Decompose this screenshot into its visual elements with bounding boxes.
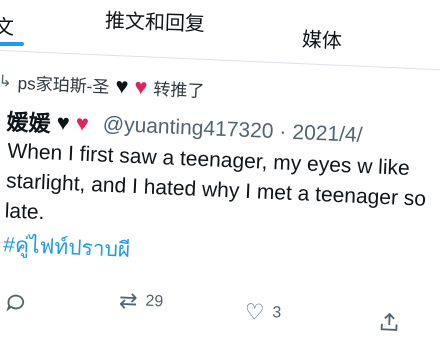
tweet-text: When I first saw a teenager, my eyes w l… bbox=[4, 139, 427, 225]
tweet-date[interactable]: 2021/4/ bbox=[292, 121, 363, 148]
retweet-user[interactable]: ps家珀斯-圣 bbox=[17, 69, 110, 98]
like-count: 3 bbox=[271, 304, 282, 322]
retweet-icon: ⇄ bbox=[118, 287, 138, 314]
red-heart-icon: ♥ bbox=[75, 110, 90, 136]
black-heart-icon: ♥ bbox=[56, 109, 71, 136]
display-name[interactable]: 媛媛 bbox=[6, 104, 51, 138]
retweet-action-label: 转推了 bbox=[152, 79, 205, 101]
retweet-icon: ↳ bbox=[0, 72, 13, 91]
reply-icon bbox=[6, 294, 25, 312]
retweet-button[interactable]: ⇄ 29 bbox=[118, 287, 164, 314]
red-heart-icon: ♥ bbox=[133, 73, 149, 100]
separator-dot: · bbox=[278, 120, 287, 144]
tweet[interactable]: ↳ ps家珀斯-圣 ♥ ♥ 转推了 媛媛 ♥ ♥ @yuanting417320… bbox=[0, 0, 440, 349]
tweet-actions: ⇄ 29 ♡ 3 bbox=[0, 284, 427, 343]
reply-button[interactable] bbox=[4, 291, 27, 314]
retweet-count: 29 bbox=[145, 292, 164, 311]
share-icon bbox=[380, 312, 398, 331]
black-heart-icon: ♥ bbox=[114, 72, 130, 99]
share-button[interactable] bbox=[378, 311, 401, 334]
like-button[interactable]: ♡ 3 bbox=[244, 298, 282, 325]
heart-outline-icon: ♡ bbox=[244, 298, 265, 325]
user-handle[interactable]: @yuanting417320 bbox=[102, 113, 274, 144]
hashtag-link[interactable]: #คู่ไฟท์ปราบผี bbox=[3, 228, 131, 267]
retweet-context: ↳ ps家珀斯-圣 ♥ ♥ 转推了 bbox=[0, 68, 205, 102]
